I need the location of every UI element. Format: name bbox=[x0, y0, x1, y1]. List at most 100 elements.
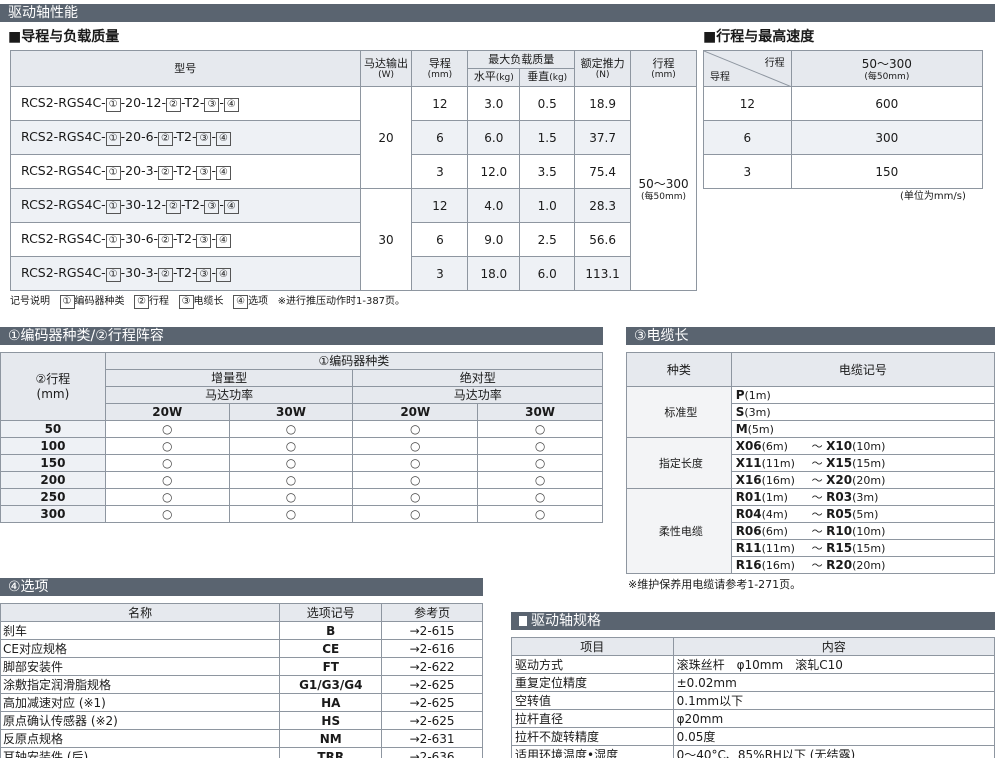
thrust-value: 28.3 bbox=[574, 188, 632, 223]
option-code: HS bbox=[279, 711, 383, 730]
w20-header: 20W bbox=[104, 403, 230, 421]
cable-code: S(3m) bbox=[730, 403, 995, 421]
option-name: 反原点规格 bbox=[0, 729, 281, 748]
option-code: G1/G3/G4 bbox=[279, 675, 383, 694]
available-mark: ○ bbox=[228, 488, 354, 506]
lead-value: 6 bbox=[411, 222, 469, 257]
available-mark: ○ bbox=[477, 471, 603, 489]
thrust-value: 37.7 bbox=[574, 120, 632, 155]
speed-title: ■行程与最高速度 bbox=[703, 29, 815, 45]
option-ref: →2-625 bbox=[381, 675, 483, 694]
spec-item: 适用环境温度•湿度 bbox=[511, 745, 674, 758]
available-mark: ○ bbox=[228, 505, 354, 523]
cable-code-range: R04(4m) ～ R05(5m) bbox=[730, 505, 995, 523]
option-ref: →2-625 bbox=[381, 711, 483, 730]
spec-content-header: 内容 bbox=[672, 637, 995, 656]
w30-header: 30W bbox=[477, 403, 603, 421]
performance-section-bar: 驱动轴性能 bbox=[0, 4, 995, 22]
available-mark: ○ bbox=[352, 471, 479, 489]
vertical-value: 1.0 bbox=[519, 188, 576, 223]
available-mark: ○ bbox=[228, 471, 354, 489]
lead-load-table: 型号 马达输出 (W) 导程 (mm) 最大负载质量 额定推力 (N) 行程 (mm) … bbox=[10, 50, 697, 291]
option-name: 刹车 bbox=[0, 621, 281, 640]
model-cell: RCS2-RGS4C- ① -20-6- ② -T2- ③ - ④ bbox=[10, 120, 361, 155]
option-code: CE bbox=[279, 639, 383, 658]
lead-load-title: ■导程与负载质量 bbox=[8, 29, 120, 45]
vertical-value: 6.0 bbox=[519, 256, 576, 291]
cable-type-header: 种类 bbox=[626, 352, 732, 387]
spec-section-bar: 驱动轴规格 bbox=[511, 612, 995, 630]
vertical-value: 1.5 bbox=[519, 120, 576, 155]
option-code: B bbox=[279, 621, 383, 640]
performance-title: 驱动轴性能 bbox=[8, 5, 78, 21]
lead-value: 12 bbox=[411, 86, 469, 121]
speed-diag-header: 行程 导程 bbox=[703, 50, 792, 87]
stroke-length: 250 bbox=[0, 488, 106, 506]
spec-content: ±0.02mm bbox=[672, 673, 995, 692]
header-stroke: 行程 (mm) bbox=[630, 50, 697, 87]
cable-code: P(1m) bbox=[730, 386, 995, 404]
speed-col-header: 50～300 (每50mm) bbox=[790, 50, 984, 87]
stroke-length: 150 bbox=[0, 454, 106, 472]
cable-code: M(5m) bbox=[730, 420, 995, 438]
spec-title: 驱动轴规格 bbox=[531, 613, 601, 629]
available-mark: ○ bbox=[477, 488, 603, 506]
available-mark: ○ bbox=[352, 420, 479, 438]
vertical-value: 3.5 bbox=[519, 154, 576, 189]
spec-item: 拉杆直径 bbox=[511, 709, 674, 728]
cable-code-range: R01(1m) ～ R03(3m) bbox=[730, 488, 995, 506]
option-name: 高加减速对应 (※1) bbox=[0, 693, 281, 712]
motor-20: 20 bbox=[359, 86, 413, 189]
horizontal-value: 12.0 bbox=[467, 154, 521, 189]
option-ref: →2-631 bbox=[381, 729, 483, 748]
thrust-value: 56.6 bbox=[574, 222, 632, 257]
available-mark: ○ bbox=[104, 471, 230, 489]
available-mark: ○ bbox=[104, 454, 230, 472]
header-model: 型号 bbox=[10, 50, 361, 87]
speed-value: 300 bbox=[790, 120, 984, 155]
header-motor: 马达输出 (W) bbox=[359, 50, 413, 87]
horizontal-value: 9.0 bbox=[467, 222, 521, 257]
square-icon bbox=[519, 616, 527, 626]
stroke-length: 200 bbox=[0, 471, 106, 489]
header-thrust: 额定推力 (N) bbox=[574, 50, 632, 87]
option-ref: →2-625 bbox=[381, 693, 483, 712]
stroke-value: 50～300 (每50mm) bbox=[630, 86, 697, 291]
options-section-bar: ④选项 bbox=[0, 578, 483, 596]
header-horizontal: 水平(kg) bbox=[467, 68, 521, 87]
available-mark: ○ bbox=[104, 437, 230, 455]
option-ref: →2-636 bbox=[381, 747, 483, 758]
stroke-length: 50 bbox=[0, 420, 106, 438]
cable-code-range: X11(11m) ～ X15(15m) bbox=[730, 454, 995, 472]
w30-header: 30W bbox=[228, 403, 354, 421]
thrust-value: 113.1 bbox=[574, 256, 632, 291]
lead-value: 3 bbox=[411, 256, 469, 291]
available-mark: ○ bbox=[104, 420, 230, 438]
w20-header: 20W bbox=[352, 403, 479, 421]
option-ref: →2-615 bbox=[381, 621, 483, 640]
lead-value: 12 bbox=[411, 188, 469, 223]
cable-code-header: 电缆记号 bbox=[730, 352, 995, 387]
stroke-length: 300 bbox=[0, 505, 106, 523]
cable-specified: 指定长度 bbox=[626, 437, 732, 489]
option-name: 耳轴安装件 (后) bbox=[0, 747, 281, 758]
cable-table: 种类 电缆记号 标准型 P(1m) S(3m) M(5m) 指定长度 X06(6m)… bbox=[626, 352, 995, 574]
cable-code-range: X06(6m) ～ X10(10m) bbox=[730, 437, 995, 455]
available-mark: ○ bbox=[104, 488, 230, 506]
spec-item: 重复定位精度 bbox=[511, 673, 674, 692]
spec-item: 驱动方式 bbox=[511, 655, 674, 674]
header-max-load: 最大负载质量 bbox=[467, 50, 576, 69]
spec-content: 0～40°C、85%RH以下 (无结露) bbox=[672, 745, 995, 758]
cable-code-range: R16(16m) ～ R20(20m) bbox=[730, 556, 995, 574]
horizontal-value: 3.0 bbox=[467, 86, 521, 121]
option-code: NM bbox=[279, 729, 383, 748]
spec-content: 0.05度 bbox=[672, 727, 995, 746]
options-name-header: 名称 bbox=[0, 603, 281, 622]
speed-value: 600 bbox=[790, 86, 984, 121]
spec-content: 0.1mm以下 bbox=[672, 691, 995, 710]
available-mark: ○ bbox=[104, 505, 230, 523]
vertical-value: 2.5 bbox=[519, 222, 576, 257]
speed-unit: (单位为mm/s) bbox=[900, 191, 966, 202]
motor-power-header: 马达功率 bbox=[352, 386, 603, 404]
available-mark: ○ bbox=[352, 454, 479, 472]
